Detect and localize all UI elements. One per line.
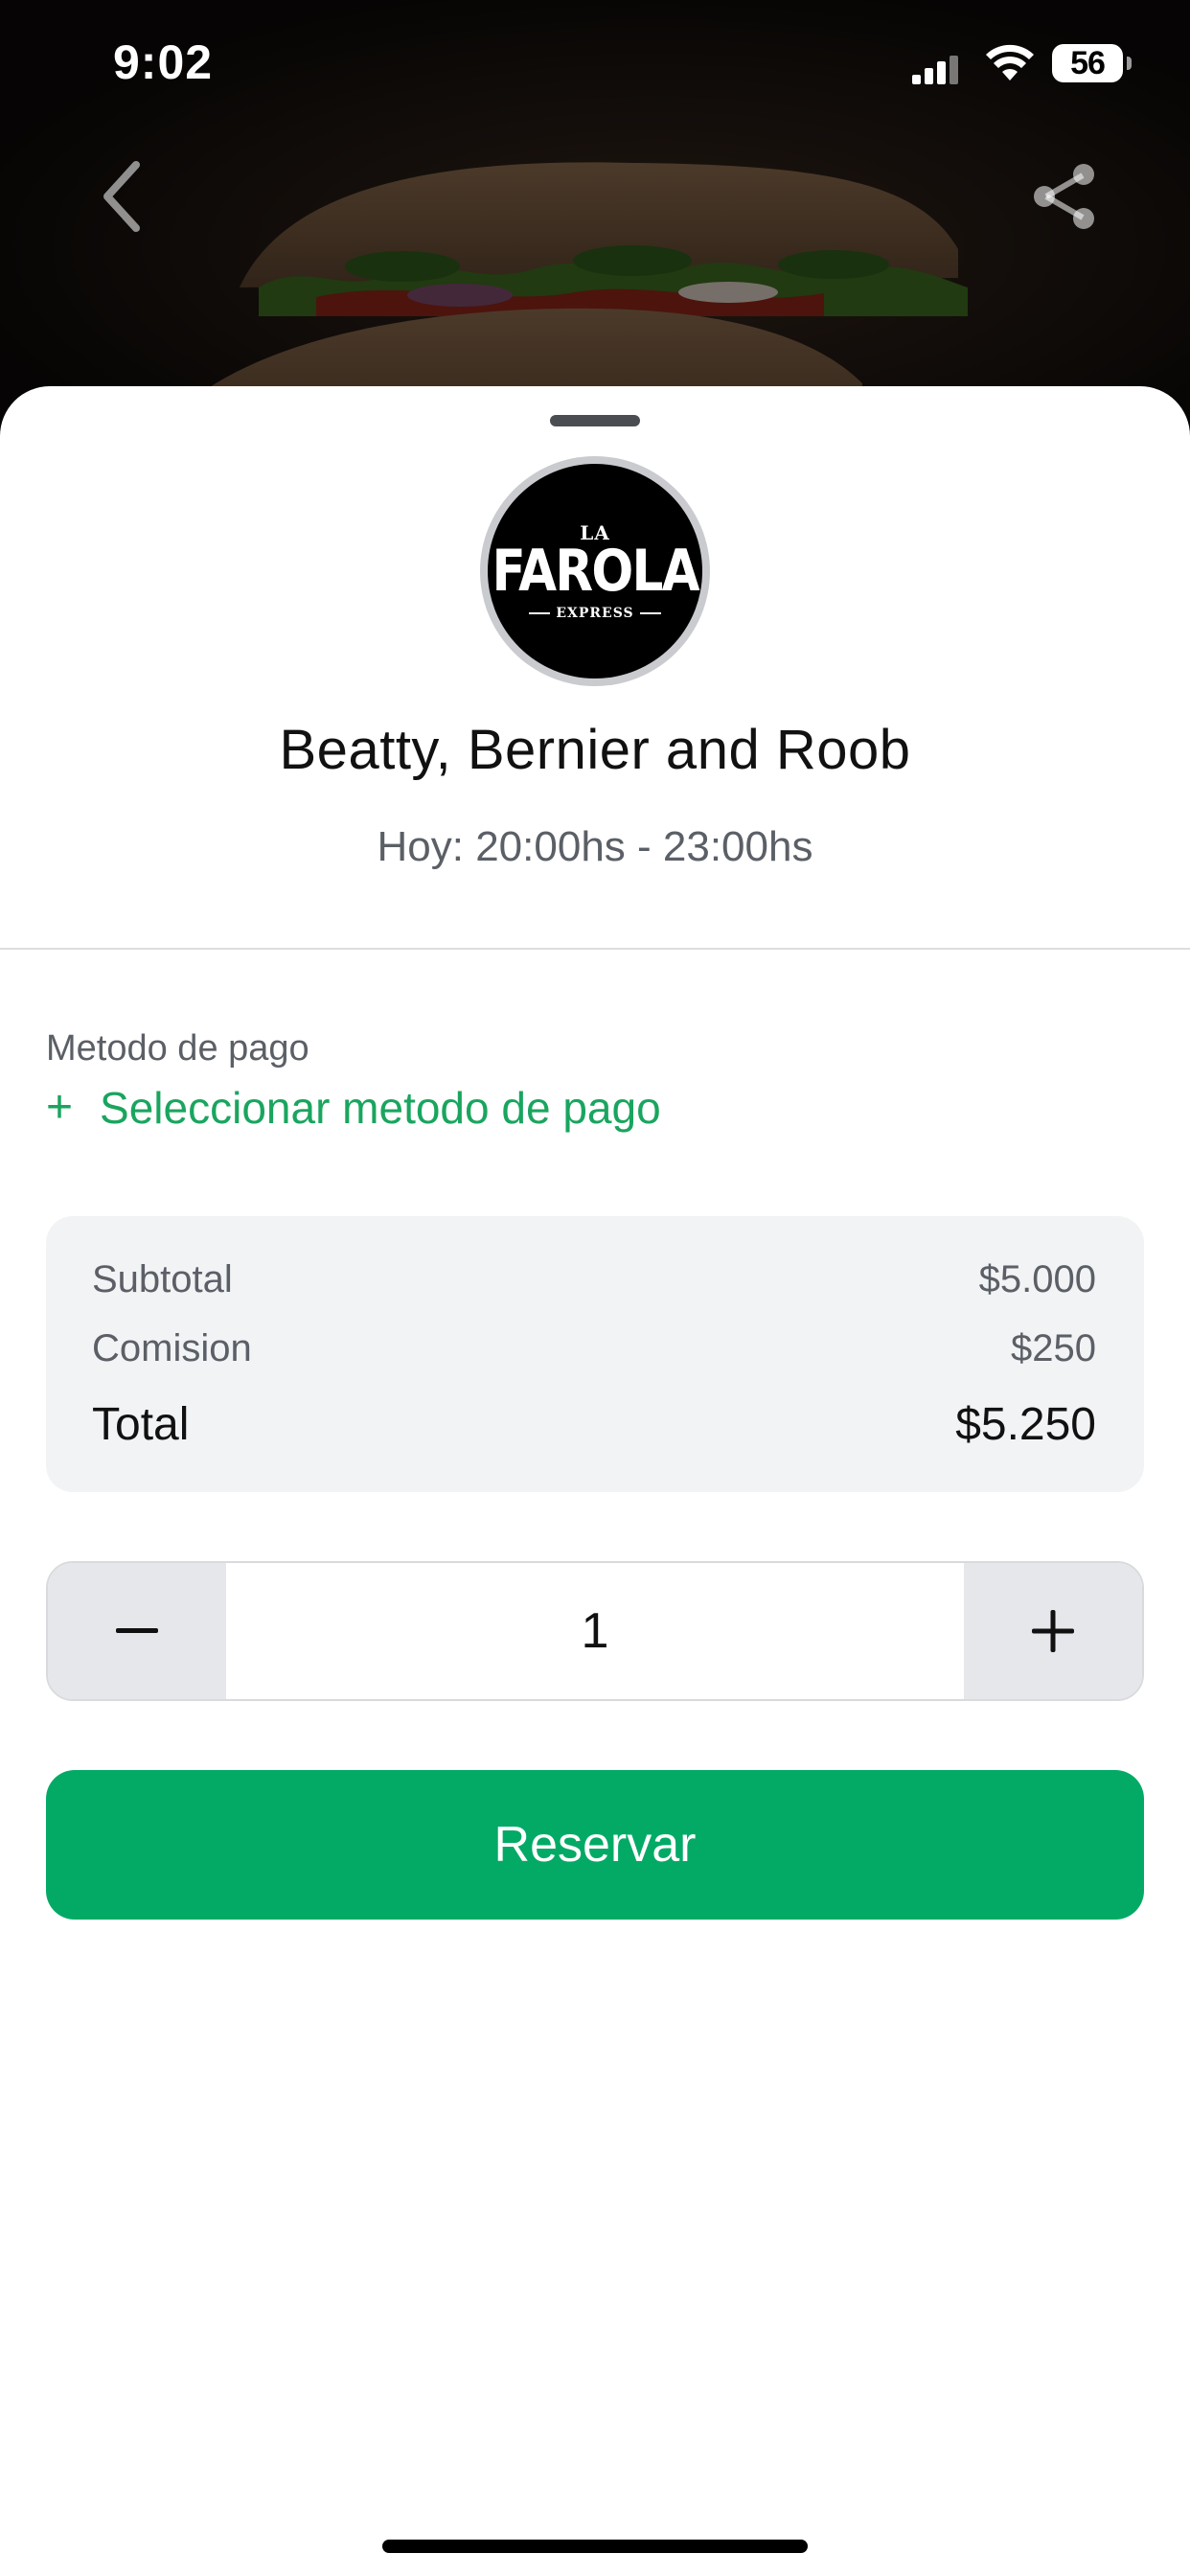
- logo-sub-text: EXPRESS: [556, 606, 634, 621]
- subtotal-label: Subtotal: [92, 1258, 233, 1300]
- wifi-icon: [986, 44, 1034, 80]
- select-payment-method-link[interactable]: + Seleccionar metodo de pago: [46, 1082, 661, 1134]
- commission-value: $250: [1011, 1327, 1096, 1369]
- reservation-sheet: LA FAROLA EXPRESS Beatty, Bernier and Ro…: [0, 386, 1190, 2576]
- logo-rule-right: [639, 612, 661, 614]
- logo-name: FAROLA: [492, 538, 699, 605]
- total-value: $5.250: [955, 1399, 1096, 1450]
- subtotal-row: Subtotal $5.000: [92, 1258, 1096, 1301]
- restaurant-logo: LA FAROLA EXPRESS: [480, 456, 710, 686]
- logo-badge: LA FAROLA EXPRESS: [488, 464, 702, 678]
- restaurant-name: Beatty, Bernier and Roob: [279, 719, 911, 781]
- total-label: Total: [92, 1399, 190, 1450]
- quantity-stepper: 1: [46, 1561, 1144, 1701]
- plus-icon: +: [46, 1082, 74, 1133]
- minus-icon: [116, 1628, 158, 1633]
- reserve-button[interactable]: Reservar: [46, 1770, 1144, 1920]
- signal-icon: [912, 56, 958, 84]
- battery-level: 56: [1070, 44, 1106, 81]
- drag-handle[interactable]: [550, 415, 640, 426]
- status-bar: 9:02 56: [0, 0, 1190, 134]
- quantity-value[interactable]: 1: [226, 1563, 964, 1699]
- battery-icon: 56: [1052, 44, 1132, 82]
- divider: [0, 948, 1190, 950]
- commission-row: Comision $250: [92, 1327, 1096, 1370]
- opening-hours: Hoy: 20:00hs - 23:00hs: [377, 823, 813, 870]
- total-row: Total $5.250: [92, 1398, 1096, 1451]
- commission-label: Comision: [92, 1327, 252, 1369]
- increment-button[interactable]: [964, 1563, 1142, 1699]
- plus-icon: [1032, 1610, 1074, 1652]
- logo-subtitle: EXPRESS: [529, 606, 661, 621]
- select-payment-method-label: Seleccionar metodo de pago: [100, 1083, 661, 1133]
- payment-method-label: Metodo de pago: [46, 1028, 309, 1069]
- chevron-left-icon: [103, 161, 140, 232]
- home-indicator: [382, 2540, 808, 2553]
- screen: 9:02 56 LA FAROLA EXPRESS Beatty, Bernie…: [0, 0, 1190, 2576]
- logo-rule-left: [529, 612, 551, 614]
- price-summary: Subtotal $5.000 Comision $250 Total $5.2…: [46, 1216, 1144, 1492]
- back-button[interactable]: [88, 153, 155, 240]
- decrement-button[interactable]: [48, 1563, 226, 1699]
- status-time: 9:02: [113, 35, 214, 89]
- subtotal-value: $5.000: [978, 1258, 1096, 1300]
- share-icon: [1034, 164, 1094, 229]
- share-button[interactable]: [1025, 158, 1102, 235]
